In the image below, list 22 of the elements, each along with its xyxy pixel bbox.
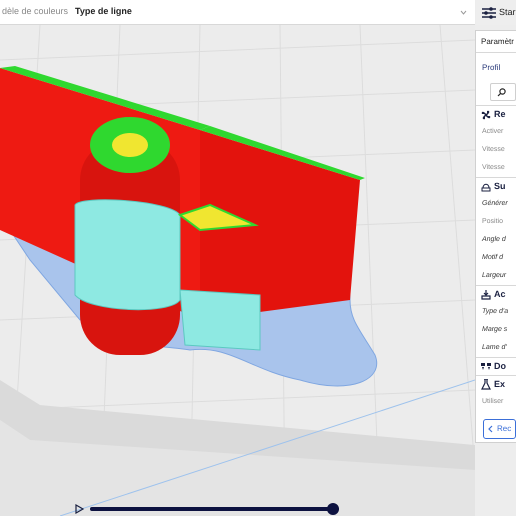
section-header[interactable]: Su xyxy=(494,180,506,194)
recommended-button[interactable]: Rec xyxy=(483,419,516,439)
dual-nozzle-icon xyxy=(481,362,491,372)
search-field[interactable] xyxy=(490,83,516,101)
section-header[interactable]: Re xyxy=(494,108,506,122)
section-header[interactable]: Ac xyxy=(494,288,506,302)
adhesion-icon xyxy=(481,290,491,300)
panel-title: Paramètr xyxy=(481,36,514,48)
section-header[interactable]: Do xyxy=(494,360,506,374)
flask-icon xyxy=(481,379,491,390)
play-icon[interactable] xyxy=(75,504,84,514)
profile-label: Profil xyxy=(482,62,500,74)
sliders-icon xyxy=(482,6,496,18)
chevron-down-icon[interactable] xyxy=(460,10,467,14)
color-scheme-label: dèle de couleurs xyxy=(2,5,68,18)
chevron-left-icon xyxy=(488,425,493,433)
support-icon xyxy=(481,182,491,192)
search-icon xyxy=(497,88,506,96)
fan-icon xyxy=(481,110,491,120)
layer-slider[interactable] xyxy=(90,503,339,515)
section-header[interactable]: Ex xyxy=(494,378,506,392)
color-scheme-value[interactable]: Type de ligne xyxy=(75,5,132,19)
